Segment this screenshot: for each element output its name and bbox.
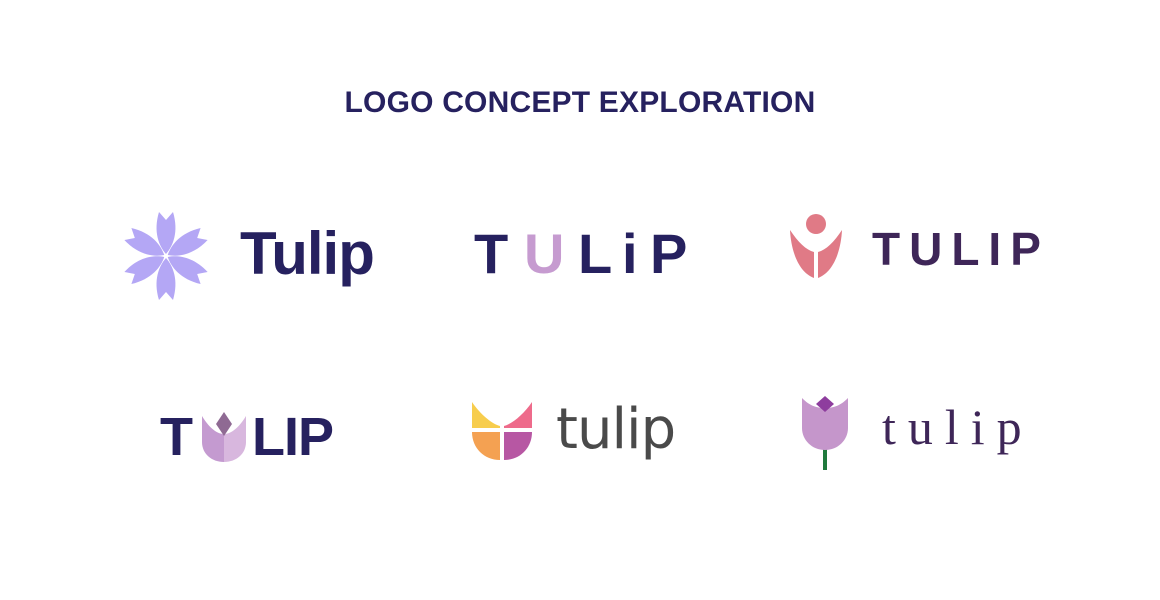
page-title: LOGO CONCEPT EXPLORATION	[344, 86, 816, 119]
logo-wordmark: Tulip	[240, 220, 375, 287]
logo-letter-l: L	[578, 222, 613, 285]
logo-concept-1: Tulip	[118, 208, 398, 304]
person-tulip-icon	[790, 214, 842, 278]
logo-letter-t: T	[474, 222, 509, 285]
six-petal-flower-icon	[123, 212, 209, 300]
logo-concept-3: TULIP	[788, 212, 1058, 284]
logo-concept-2: T U L i P	[474, 222, 704, 282]
four-color-tulip-icon	[472, 402, 532, 460]
tulip-letter-u-icon	[202, 412, 246, 462]
logo-letters-lip: LIP	[252, 407, 334, 467]
logo-letter-i: i	[622, 222, 638, 285]
logo-concept-5: tulip	[470, 396, 700, 476]
logo-concept-4: T LIP	[160, 404, 350, 468]
logo-letter-p: P	[650, 222, 688, 285]
logo-wordmark: tulip	[882, 399, 1034, 455]
logo-letter-u: U	[524, 222, 565, 285]
logo-concept-board: LOGO CONCEPT EXPLORATION Tulip T U L i P	[0, 0, 1160, 600]
logo-wordmark: tulip	[556, 397, 676, 462]
logo-concept-6: tulip	[798, 394, 1058, 474]
logo-wordmark: TULIP	[872, 223, 1050, 275]
tulip-flower-stem-icon	[802, 396, 848, 470]
logo-letter-t: T	[160, 407, 193, 467]
